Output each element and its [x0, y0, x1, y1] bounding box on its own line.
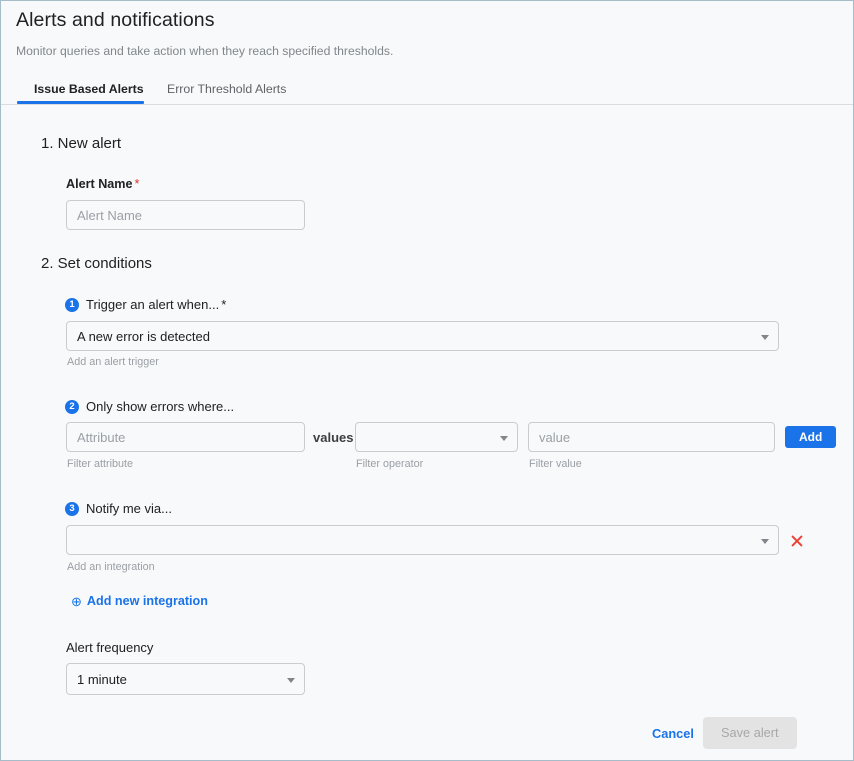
alerts-page: Alerts and notifications Monitor queries…	[0, 0, 854, 761]
values-label: values	[313, 430, 353, 445]
step-1-required-asterisk: *	[221, 297, 226, 312]
step-1-badge: 1	[65, 298, 79, 312]
remove-integration-icon[interactable]	[789, 533, 805, 549]
step-3-label: Notify me via...	[86, 501, 172, 516]
page-subtitle: Monitor queries and take action when the…	[16, 44, 393, 58]
add-new-integration-link[interactable]: ⊕ Add new integration	[71, 594, 208, 608]
chevron-down-icon	[761, 539, 769, 544]
page-title: Alerts and notifications	[16, 9, 215, 32]
step-1-label: Trigger an alert when...	[86, 297, 219, 312]
cancel-button[interactable]: Cancel	[652, 726, 694, 741]
tab-error-threshold-alerts[interactable]: Error Threshold Alerts	[167, 73, 286, 105]
alert-frequency-select[interactable]: 1 minute	[66, 663, 305, 695]
filter-operator-select[interactable]	[355, 422, 518, 452]
chevron-down-icon	[761, 335, 769, 340]
step-2-label: Only show errors where...	[86, 399, 234, 414]
filter-attribute-input[interactable]	[66, 422, 305, 452]
chevron-down-icon	[500, 436, 508, 441]
alert-name-label: Alert Name*	[66, 177, 139, 191]
alert-name-label-text: Alert Name	[66, 177, 133, 191]
step-3-header: 3 Notify me via...	[65, 501, 172, 516]
trigger-select-value: A new error is detected	[77, 322, 210, 352]
section-heading-set-conditions: 2. Set conditions	[41, 255, 152, 272]
step-1-header: 1 Trigger an alert when... *	[65, 297, 226, 312]
integration-helper-text: Add an integration	[67, 561, 155, 573]
filter-value-input[interactable]	[528, 422, 775, 452]
plus-circle-icon: ⊕	[71, 595, 82, 608]
add-new-integration-label: Add new integration	[87, 594, 208, 608]
integration-select[interactable]	[66, 525, 779, 555]
add-filter-button[interactable]: Add	[785, 426, 836, 448]
step-2-badge: 2	[65, 400, 79, 414]
step-3-badge: 3	[65, 502, 79, 516]
alert-frequency-value: 1 minute	[77, 664, 127, 696]
step-2-header: 2 Only show errors where...	[65, 399, 234, 414]
filter-value-helper: Filter value	[529, 458, 582, 470]
trigger-select[interactable]: A new error is detected	[66, 321, 779, 351]
alert-name-input[interactable]	[66, 200, 305, 230]
save-alert-button[interactable]: Save alert	[703, 717, 797, 749]
required-asterisk: *	[135, 177, 140, 191]
trigger-helper-text: Add an alert trigger	[67, 356, 159, 368]
section-heading-new-alert: 1. New alert	[41, 135, 121, 152]
alert-frequency-label: Alert frequency	[66, 640, 153, 655]
filter-attribute-helper: Filter attribute	[67, 458, 133, 470]
chevron-down-icon	[287, 678, 295, 683]
active-tab-indicator	[17, 101, 144, 104]
filter-operator-helper: Filter operator	[356, 458, 423, 470]
